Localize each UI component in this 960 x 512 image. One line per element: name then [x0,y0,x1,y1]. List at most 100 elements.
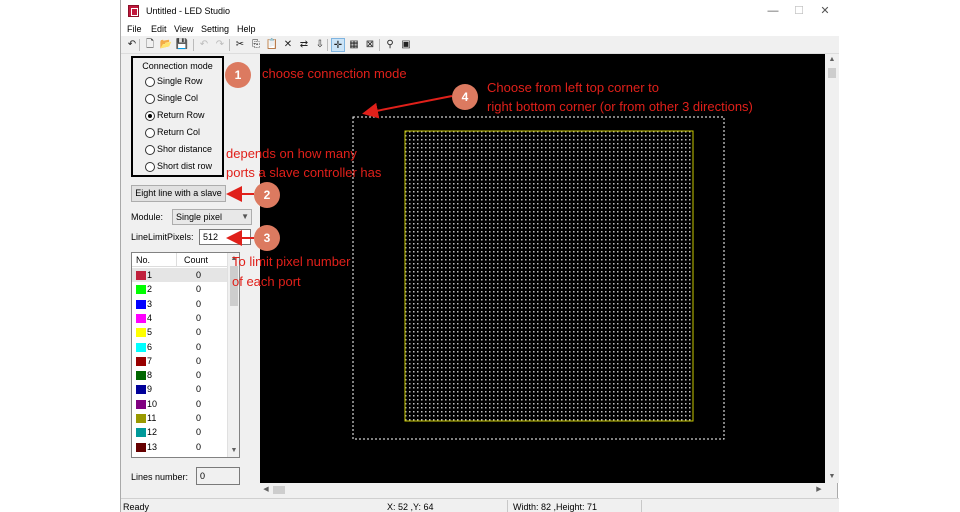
port-row[interactable]: 80 [132,368,229,382]
port-number: 6 [147,341,153,352]
port-row[interactable]: 13 0 [132,440,229,454]
port-row[interactable]: 14 [132,454,229,457]
new-file-icon[interactable]: 🗋 [143,38,157,52]
port-color-swatch [136,428,146,438]
port-number: 12 [147,427,158,438]
radio-circle-icon [145,128,155,138]
open-folder-icon[interactable]: 📂 [159,38,173,52]
port-number: 5 [147,327,153,338]
port-list[interactable]: No. Count 1 0 2 0 3 0 4 0 5 0 6 0 7 0 8 0 9 0 10 0 11 0 12 0 13 0… [131,252,240,458]
module-select[interactable]: Single pixel ▼ [172,209,252,225]
scroll-left-icon[interactable]: ◀ [260,483,272,497]
annotation-3-line2: of each port [232,274,301,289]
led-pixel-grid[interactable] [404,130,694,422]
port-color-swatch [136,271,146,280]
radio-label: Return Col [157,127,201,137]
port-row[interactable]: 60 [132,340,229,354]
port-row[interactable]: 90 [132,382,229,396]
canvas-vscroll-thumb[interactable] [828,68,836,78]
status-ready: Ready [123,502,150,512]
menu-bar: File Edit View Setting Help [121,22,839,36]
title-bar: Untitled - LED Studio — ☐ ✕ [121,0,839,22]
port-row[interactable]: 20 [132,282,229,296]
move-down-icon[interactable]: ⇩ [313,38,327,52]
port-row[interactable]: 11 0 [132,411,229,425]
port-row[interactable]: 50 [132,325,229,339]
menu-help[interactable]: Help [237,24,256,34]
port-number: 4 [147,312,153,323]
port-count: 0 [196,427,202,438]
menu-file[interactable]: File [127,24,142,34]
port-row[interactable]: 40 [132,311,229,325]
port-count: 0 [196,384,202,395]
radio-circle-icon [145,111,155,121]
port-count: 0 [196,270,202,280]
save-icon[interactable]: 💾 [175,38,189,52]
select-icon[interactable]: ⇄ [297,38,311,52]
radio-label: Single Col [157,93,199,103]
crosshair-icon[interactable]: ✛ [331,38,345,52]
fit-icon[interactable]: ⊠ [363,38,377,52]
port-color-swatch [136,399,146,409]
port-row[interactable]: 10 0 [132,397,229,411]
paste-icon[interactable]: 📋 [265,38,279,52]
port-row[interactable]: 70 [132,354,229,368]
port-number: 7 [147,355,153,366]
menu-view[interactable]: View [174,24,193,34]
step-3-badge: 3 [254,225,280,251]
port-number: 9 [147,384,153,395]
port-number: 11 [147,413,157,423]
grid-icon[interactable]: ▦ [347,38,361,52]
status-size: Width: 82 ,Height: 71 [513,502,598,512]
port-color-swatch [136,313,146,323]
copy-icon[interactable]: ⎘ [249,38,263,52]
canvas-hscroll-thumb[interactable] [273,486,285,494]
step-4-badge: 4 [452,84,478,110]
module-label: Module: [131,212,164,222]
menu-edit[interactable]: Edit [151,24,167,34]
export-image-icon[interactable]: ▣ [399,38,413,52]
annotation-1: choose connection mode [262,66,407,81]
redo-icon[interactable]: ↷ [213,38,227,52]
line-limit-value: 512 [203,232,219,242]
scroll-down-icon[interactable]: ▼ [228,445,239,457]
radio-circle-icon [145,145,155,155]
radio-label: Single Row [157,76,203,86]
line-limit-input[interactable]: 512 [199,229,251,245]
port-row[interactable]: 30 [132,297,229,311]
menu-setting[interactable]: Setting [201,24,229,34]
toolbar: ↶ 🗋 📂 💾 ↶ ↷ ✂ ⎘ 📋 ✕ ⇄ ⇩ ✛ ▦ ⊠ ⚲ ▣ [121,36,839,54]
minimize-button[interactable]: — [761,3,785,19]
port-count: 0 [196,413,202,423]
port-color-swatch [136,442,146,452]
port-row[interactable]: 12 0 [132,425,229,439]
annotation-2-line2: ports a slave controller has [226,165,382,180]
annotation-4-line1: Choose from left top corner to [487,80,659,95]
port-color-swatch [136,328,146,338]
chevron-down-icon: ▼ [241,212,249,221]
undo-icon[interactable]: ↶ [197,38,211,52]
line-limit-label: LineLimitPixels: [131,232,194,242]
canvas-hscrollbar[interactable]: ◀ ▶ [260,483,825,497]
canvas-vscrollbar[interactable]: ▲ ▼ [825,54,839,483]
port-number: 3 [147,298,153,309]
scroll-right-icon[interactable]: ▶ [813,483,825,497]
eight-line-slave-button[interactable]: Eight line with a slave [131,185,226,202]
port-number: 14 [147,456,157,457]
scroll-down-icon[interactable]: ▼ [825,471,839,483]
undo-arrow-icon[interactable]: ↶ [125,38,139,52]
status-bar: Ready X: 52 ,Y: 64 Width: 82 ,Height: 71 [121,498,839,512]
port-color-swatch [136,356,146,366]
col-no-header: No. [136,255,151,265]
port-row[interactable]: 10 [132,268,229,282]
radio-label: Return Row [157,110,205,120]
cut-icon[interactable]: ✂ [233,38,247,52]
step-1-badge: 1 [225,62,251,88]
delete-icon[interactable]: ✕ [281,38,295,52]
port-count: 0 [196,298,202,309]
maximize-button[interactable]: ☐ [787,3,811,19]
binoculars-icon[interactable]: ⚲ [383,38,397,52]
port-color-swatch [136,371,146,381]
close-button[interactable]: ✕ [813,3,837,19]
scroll-up-icon[interactable]: ▲ [825,54,839,66]
